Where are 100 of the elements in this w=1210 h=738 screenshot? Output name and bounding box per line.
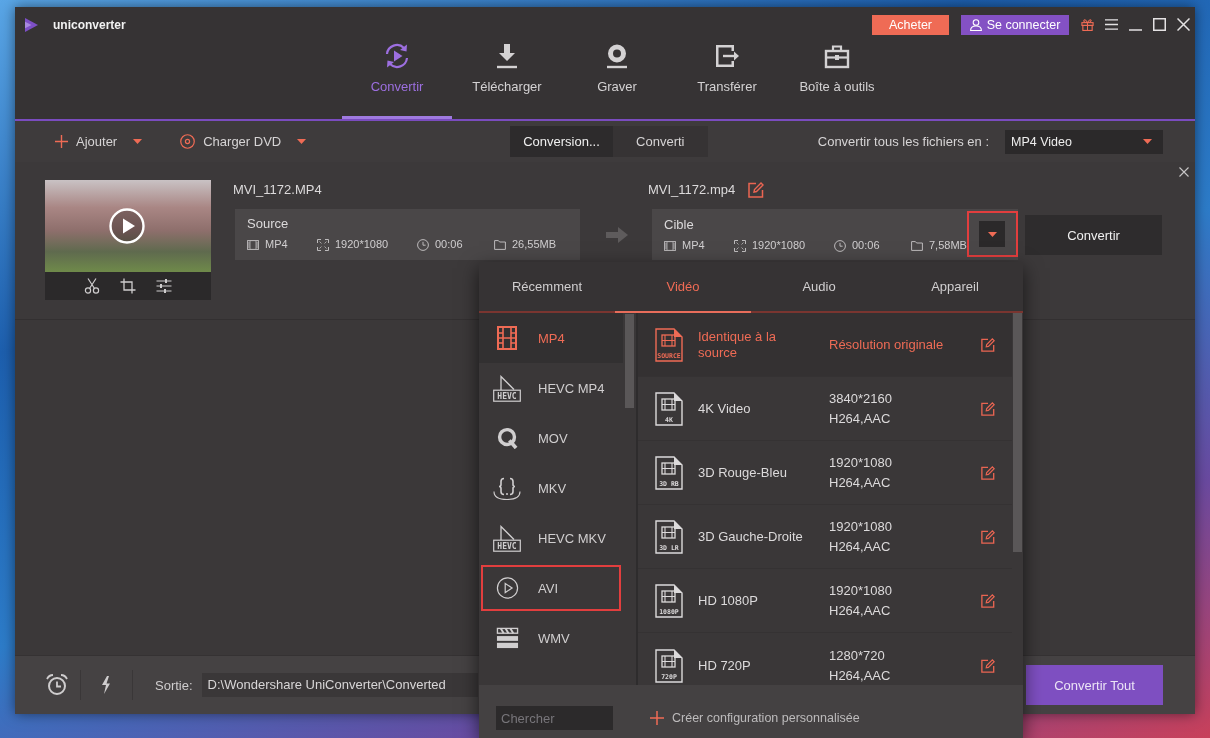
folder-icon [911,239,923,252]
close-icon[interactable] [1179,167,1189,177]
view-tab[interactable]: Conversion... [510,126,613,157]
output-label: Sortie: [155,677,193,693]
output-format-select[interactable]: MP4 Video [1005,129,1163,154]
q-letter-icon [496,427,518,449]
file-info-text: 00:06 [852,239,880,252]
edit-icon[interactable] [981,465,995,480]
edit-icon[interactable] [748,182,765,198]
disc-icon [180,134,196,149]
preset-spec: H264,AAC [829,668,891,684]
resize-icon [734,239,746,252]
toolbox-icon [823,42,851,70]
file-info-text: MP4 [265,238,288,251]
caret-icon [133,139,143,144]
alarm-clock-icon[interactable] [46,674,68,696]
lightning-icon[interactable] [101,676,111,694]
format-dropdown-button[interactable] [979,221,1006,247]
edit-icon[interactable] [981,401,995,416]
user-icon [969,18,982,31]
convert-all-button[interactable]: Convertir Tout [1026,665,1163,705]
create-preset-button[interactable]: Créer configuration personnalisée [650,711,860,725]
app-name: uniconverter [53,17,126,32]
output-format-label: Convertir tous les fichiers en : [817,134,989,149]
format-item[interactable]: AVI [479,563,623,613]
convert-icon [383,42,411,70]
file-info-text: MP4 [682,239,705,252]
preset-spec: 1920*1080 [829,454,892,471]
preset-spec: H264,AAC [829,410,892,427]
preset-name: 4K Video [698,400,752,417]
edit-icon[interactable] [981,659,995,673]
search-field[interactable]: Chercher [496,706,613,730]
arrow-right-icon [606,227,628,243]
play-icon[interactable] [109,208,145,244]
preset-name: HD 720P [698,658,752,674]
source-label: Source [247,216,290,231]
preset-name: 3D Rouge-Bleu [698,464,788,481]
output-path-field[interactable]: D:\Wondershare UniConverter\Converted [201,673,478,697]
preset-spec: 1920*1080 [829,582,892,599]
caret-icon [297,139,307,144]
close-icon[interactable] [1177,18,1190,31]
resize-icon [317,238,329,251]
caret-icon [1143,139,1152,144]
preset-spec: H264,AAC [829,538,892,555]
format-item[interactable]: HEVC HEVC MKV [479,513,623,563]
edit-icon[interactable] [981,529,995,544]
menu-icon[interactable] [1105,18,1118,31]
login-button[interactable]: Se connecter [961,14,1069,35]
play-circle-icon [495,577,519,599]
preset-spec: 1920*1080 [829,518,892,535]
preset-spec: H264,AAC [829,602,892,619]
format-item[interactable]: HEVC HEVC MP4 [479,363,623,413]
preset-name: HD 1080P [698,592,759,609]
gift-icon[interactable] [1081,18,1094,31]
clock-icon [834,239,846,252]
preset-name: 3D Gauche-Droite [698,528,804,545]
add-button[interactable]: Ajouter [55,128,143,155]
file-info-text: 1920*1080 [335,238,389,251]
file-info-text: 1920*1080 [752,239,806,252]
sliders-icon[interactable] [156,278,172,294]
source-file-name: MVI_1172.MP4 [233,181,323,199]
plus-icon [650,711,664,725]
caret-icon [987,231,997,237]
nav-tab[interactable]: Transférer [672,39,782,119]
target-file-name: MVI_1172.mp4 [648,181,736,199]
preset-name: Identique à la source [698,328,778,361]
file-info-text: 00:06 [435,238,463,251]
target-label: Cible [664,217,695,232]
file-info-text: 26,55MB [512,238,557,251]
format-item[interactable]: WMV [479,613,623,663]
nav-tab[interactable]: Boîte à outils [782,39,892,119]
film-icon [247,238,259,251]
plus-icon [55,135,68,148]
format-item[interactable]: MKV [479,463,623,513]
scrollbar-thumb[interactable] [1013,313,1022,552]
preset-spec: 3840*2160 [829,390,892,407]
logo-icon [25,17,38,32]
nav-tab[interactable]: Graver [562,39,672,119]
folder-icon [494,238,506,251]
preset-spec: Résolution originale [829,336,944,353]
scissors-icon[interactable] [84,278,100,294]
load-dvd-button[interactable]: Charger DVD [180,128,307,155]
format-item[interactable]: MP4 [479,313,623,363]
edit-icon[interactable] [981,337,995,352]
edit-icon[interactable] [981,593,995,608]
convert-button[interactable]: Convertir [1025,215,1162,255]
preset-spec: H264,AAC [829,474,892,491]
view-tab[interactable]: Converti [612,126,708,157]
film-icon [497,326,517,350]
export-icon [713,42,741,70]
preset-spec: 1280*720 [829,648,886,664]
maximize-icon[interactable] [1153,18,1166,31]
format-item[interactable]: MOV [479,413,623,463]
nav-tab[interactable]: Télécharger [452,39,562,119]
clapperboard-icon [495,627,519,649]
crop-icon[interactable] [120,278,136,294]
clock-icon [417,238,429,251]
scrollbar-thumb[interactable] [625,314,634,408]
file-info-text: 7,58MB [929,239,967,252]
film-icon [664,239,676,252]
